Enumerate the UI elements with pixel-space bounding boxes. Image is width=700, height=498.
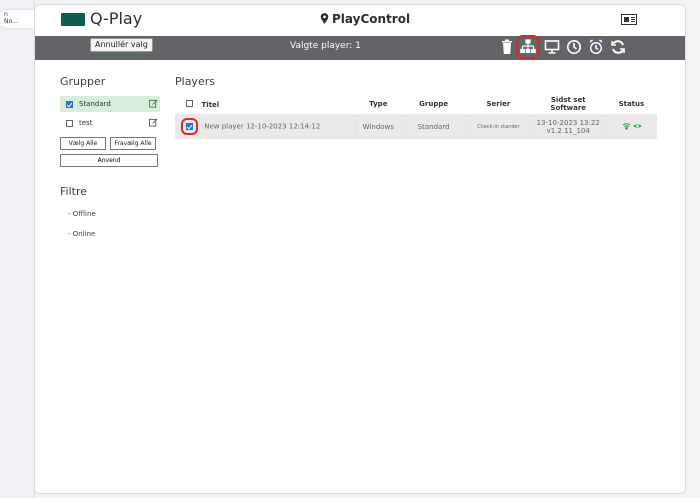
player-software: v1.2.11_104 (546, 126, 590, 135)
select-all-button[interactable]: Vælg Alle (60, 137, 106, 150)
filters-title: Filtre (60, 185, 88, 198)
row-checkbox-highlight (181, 118, 198, 135)
id-card-icon[interactable] (621, 14, 637, 25)
group-checkbox[interactable] (66, 119, 73, 127)
logo-mark (61, 13, 85, 26)
column-last-seen-line1: Sidst set (550, 96, 586, 104)
groups-sidebar: Grupper Standard test Vælg Alle Fravælg … (60, 75, 160, 238)
row-checkbox[interactable] (186, 123, 193, 130)
background-panel: n No... (0, 0, 42, 498)
player-type: Windows (354, 114, 402, 139)
refresh-icon[interactable] (610, 39, 626, 55)
column-last-seen[interactable]: Sidst set Software (531, 94, 606, 114)
action-toolbar: Annullér valg Valgte player: 1 (35, 35, 685, 60)
group-item-standard[interactable]: Standard (60, 96, 160, 112)
deselect-button[interactable]: Annullér valg (90, 38, 153, 52)
apply-button[interactable]: Anvend (60, 154, 158, 167)
column-series[interactable]: Serier (466, 94, 531, 114)
players-table: Titel Type Gruppe Serier Sidst set Softw… (175, 94, 657, 139)
table-header: Titel Type Gruppe Serier Sidst set Softw… (175, 94, 657, 114)
player-last-seen: 13-10-2023 13:22 (536, 118, 600, 127)
player-title[interactable]: New player 12-10-2023 12:14:12 (204, 123, 320, 131)
filter-offline[interactable]: - Offline (68, 210, 160, 218)
network-icon[interactable] (516, 35, 540, 59)
select-all-checkbox[interactable] (186, 99, 193, 107)
player-title-cell: New player 12-10-2023 12:14:12 (175, 114, 355, 139)
column-last-seen-line2: Software (550, 104, 587, 112)
group-label: Standard (79, 100, 111, 108)
player-group: Standard (400, 114, 467, 139)
filter-online[interactable]: - Online (68, 230, 160, 238)
wifi-icon (622, 122, 631, 130)
selected-count: Valgte player: 1 (290, 41, 361, 51)
column-status[interactable]: Status (606, 94, 657, 114)
groups-title: Grupper (60, 75, 106, 88)
top-bar: Q-Play PlayControl (35, 5, 685, 36)
group-checkbox[interactable] (66, 100, 73, 108)
location-pin-icon (320, 13, 329, 24)
page-title: PlayControl (320, 12, 410, 26)
deselect-all-button[interactable]: Fravælg Alle (110, 137, 156, 150)
player-series: Check-in stander (465, 114, 531, 139)
edit-icon[interactable] (149, 99, 158, 108)
group-item-test[interactable]: test (60, 115, 160, 131)
alarm-clock-icon[interactable] (588, 39, 604, 55)
group-label: test (79, 119, 93, 127)
edit-icon[interactable] (149, 118, 158, 127)
app-window: Q-Play PlayControl Annullér valg Valgte … (34, 4, 686, 494)
column-title-label: Titel (201, 100, 220, 109)
page-title-text: PlayControl (332, 12, 411, 26)
player-last-seen-cell: 13-10-2023 13:22 v1.2.11_104 (530, 114, 606, 139)
table-row[interactable]: New player 12-10-2023 12:14:12 Windows S… (175, 114, 657, 139)
trash-icon[interactable] (499, 39, 515, 55)
clock-icon[interactable] (566, 39, 582, 55)
player-status (605, 114, 657, 139)
eye-icon (633, 123, 642, 128)
players-title: Players (175, 75, 215, 88)
app-logo-text: Q-Play (90, 9, 143, 28)
monitor-icon[interactable] (544, 39, 560, 55)
column-group[interactable]: Gruppe (401, 94, 466, 114)
column-type[interactable]: Type (355, 94, 401, 114)
column-title[interactable]: Titel (175, 94, 355, 114)
players-panel: Players Titel Type Gruppe Serier Sidst s… (175, 75, 657, 139)
